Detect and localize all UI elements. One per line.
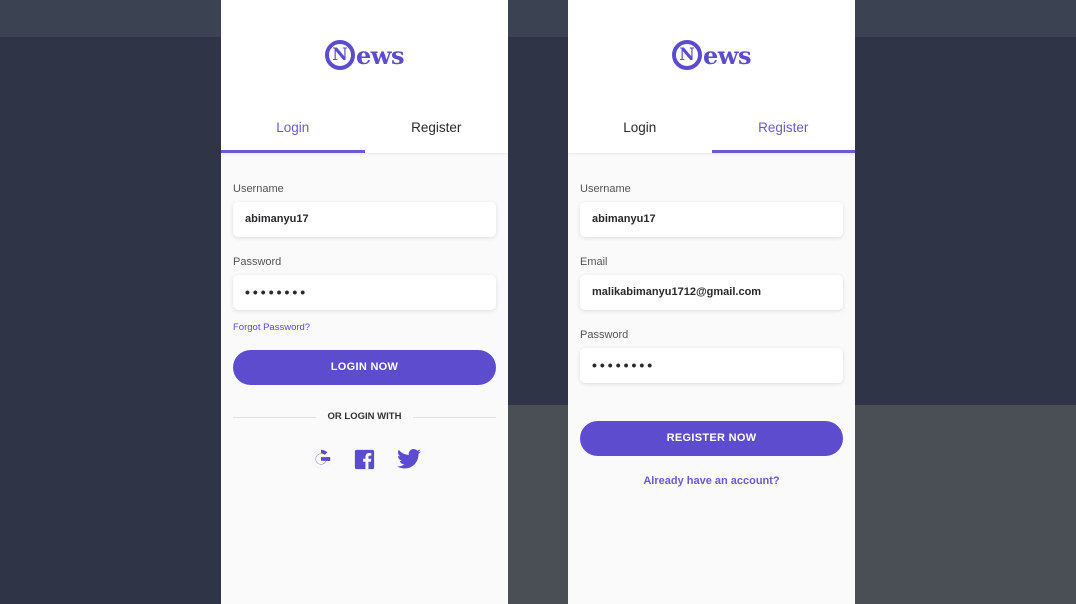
username-field[interactable]: abimanyu17 — [233, 202, 496, 237]
logo-n-icon: N — [325, 40, 356, 70]
or-login-with-divider: OR LOGIN WITH — [233, 411, 496, 423]
login-button[interactable]: LOGIN NOW — [233, 350, 496, 385]
register-screen: N ews Login Register Username abimanyu17… — [568, 0, 855, 604]
password-label: Password — [580, 329, 629, 341]
password-field[interactable]: •••••••• — [580, 348, 843, 383]
news-logo: N ews — [221, 40, 508, 70]
email-field[interactable]: malikabimanyu1712@gmail.com — [580, 275, 843, 310]
social-login-row — [233, 447, 496, 471]
register-button[interactable]: REGISTER NOW — [580, 421, 843, 456]
tab-register[interactable]: Register — [711, 108, 856, 153]
email-label: Email — [580, 256, 608, 268]
register-form: Username abimanyu17 Email malikabimanyu1… — [568, 183, 855, 487]
background-band-top — [0, 0, 1076, 37]
password-field[interactable]: •••••••• — [233, 275, 496, 310]
auth-tabs: Login Register — [221, 108, 508, 153]
already-have-account-link[interactable]: Already have an account? — [580, 475, 843, 487]
login-screen: N ews Login Register Username abimanyu17… — [221, 0, 508, 604]
news-logo: N ews — [568, 40, 855, 70]
login-form: Username abimanyu17 Password •••••••• Fo… — [221, 183, 508, 471]
logo-n-icon: N — [672, 40, 703, 70]
facebook-icon[interactable] — [353, 447, 377, 471]
twitter-icon[interactable] — [396, 447, 421, 471]
register-header: N ews Login Register — [568, 0, 855, 153]
logo-text: ews — [703, 40, 751, 70]
google-icon[interactable] — [309, 447, 333, 471]
username-label: Username — [233, 183, 284, 195]
username-label: Username — [580, 183, 631, 195]
tab-login[interactable]: Login — [221, 108, 365, 153]
username-field[interactable]: abimanyu17 — [580, 202, 843, 237]
auth-tabs: Login Register — [568, 108, 855, 153]
logo-text: ews — [356, 40, 404, 70]
tab-register[interactable]: Register — [365, 108, 509, 153]
password-label: Password — [233, 256, 282, 268]
divider-text: OR LOGIN WITH — [327, 411, 402, 422]
login-header: N ews Login Register — [221, 0, 508, 153]
tab-login[interactable]: Login — [568, 108, 712, 153]
forgot-password-link[interactable]: Forgot Password? — [233, 322, 496, 333]
